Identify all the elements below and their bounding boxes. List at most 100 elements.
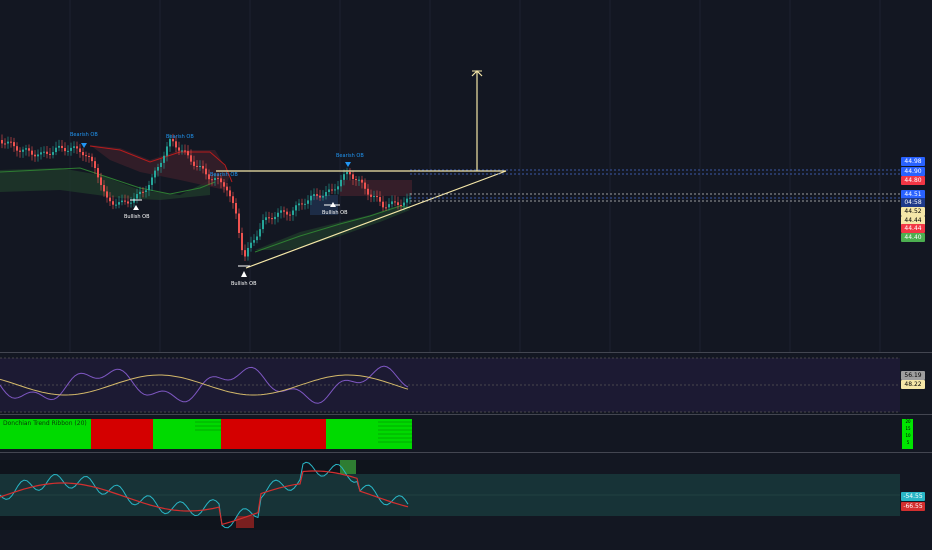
candle-body bbox=[316, 194, 318, 196]
candle-body bbox=[112, 201, 114, 205]
candle-body bbox=[70, 147, 72, 151]
candle-body bbox=[10, 141, 12, 143]
candle-body bbox=[79, 148, 81, 153]
candle-body bbox=[88, 155, 90, 157]
candle-body bbox=[280, 210, 282, 213]
candle-body bbox=[340, 179, 342, 187]
candle-body bbox=[91, 156, 93, 162]
candle-body bbox=[262, 220, 264, 230]
candle-body bbox=[190, 155, 192, 162]
price-pane[interactable] bbox=[0, 0, 932, 352]
bearish-ob-1-label: Bearish OB bbox=[70, 132, 98, 138]
candle-body bbox=[100, 177, 102, 186]
candle-body bbox=[325, 192, 327, 197]
ribbon-red-2 bbox=[221, 419, 326, 449]
candle-body bbox=[337, 186, 339, 190]
candle-body bbox=[400, 205, 402, 207]
candle-body bbox=[148, 184, 150, 191]
pane-separator-3[interactable] bbox=[0, 452, 932, 453]
bearish-ob-arrow-icon bbox=[81, 143, 87, 148]
candle-body bbox=[223, 182, 225, 187]
candle-body bbox=[310, 195, 312, 201]
candle-body bbox=[193, 161, 195, 166]
candle-body bbox=[259, 229, 261, 237]
candle-body bbox=[355, 178, 357, 180]
candle-body bbox=[349, 172, 351, 175]
donchian-title[interactable]: Donchian Trend Ribbon (20) bbox=[3, 421, 87, 427]
candle-body bbox=[268, 217, 270, 219]
rsi-value-tag: 56.19 bbox=[901, 371, 925, 380]
candle-body bbox=[313, 194, 315, 196]
candle-body bbox=[136, 194, 138, 199]
candle-body bbox=[106, 191, 108, 198]
candle-body bbox=[103, 185, 105, 192]
candle-body bbox=[58, 145, 60, 148]
candle-body bbox=[364, 182, 366, 189]
oscillator-value-1-tag: -54.55 bbox=[901, 492, 925, 501]
oscillator-value-2-tag: -66.55 bbox=[901, 502, 925, 511]
candle-body bbox=[163, 155, 165, 163]
candle-body bbox=[361, 179, 363, 183]
candle-body bbox=[241, 232, 243, 251]
candle-body bbox=[187, 151, 189, 156]
candle-body bbox=[238, 213, 240, 233]
overbought-zone-marker bbox=[340, 460, 356, 474]
candle-body bbox=[199, 165, 201, 167]
candle-body bbox=[40, 152, 42, 155]
candle-body bbox=[37, 154, 39, 157]
donchian-ribbon-pane[interactable] bbox=[0, 416, 932, 452]
candle-body bbox=[244, 250, 246, 257]
candle-body bbox=[130, 202, 132, 204]
candle-body bbox=[133, 198, 135, 203]
rsi-pane[interactable] bbox=[0, 354, 932, 414]
oscillator-pane[interactable] bbox=[0, 454, 932, 550]
candle-body bbox=[142, 191, 144, 193]
candle-body bbox=[343, 174, 345, 180]
candle-body bbox=[376, 196, 378, 198]
price-tag-p9: 44.40 bbox=[901, 233, 925, 242]
candle-body bbox=[397, 202, 399, 206]
bullish-ob-3-label: Bullish OB bbox=[322, 210, 348, 216]
candle-body bbox=[73, 146, 75, 148]
candle-body bbox=[124, 200, 126, 202]
candle-body bbox=[61, 145, 63, 149]
candle-body bbox=[289, 214, 291, 216]
candle-body bbox=[49, 153, 51, 155]
candle-body bbox=[43, 151, 45, 153]
ribbon-green-2 bbox=[153, 419, 221, 449]
candle-body bbox=[328, 189, 330, 193]
candle-body bbox=[334, 189, 336, 191]
candle-body bbox=[319, 195, 321, 198]
candle-body bbox=[118, 202, 120, 205]
candle-body bbox=[178, 147, 180, 151]
donchian-scale-20: 20 bbox=[903, 419, 913, 425]
donchian-scale-10: 10 bbox=[903, 433, 913, 439]
candle-body bbox=[166, 146, 168, 156]
candle-body bbox=[160, 162, 162, 168]
candle-body bbox=[331, 189, 333, 191]
candle-body bbox=[220, 178, 222, 183]
candle-body bbox=[250, 242, 252, 248]
candle-body bbox=[151, 177, 153, 185]
candle-body bbox=[232, 196, 234, 204]
candle-body bbox=[46, 151, 48, 154]
candle-body bbox=[247, 247, 249, 257]
candle-body bbox=[229, 190, 231, 197]
pane-separator-2[interactable] bbox=[0, 414, 932, 415]
donchian-scale-15: 15 bbox=[903, 426, 913, 432]
bearish-ob-4-label: Bearish OB bbox=[336, 153, 364, 159]
candle-body bbox=[202, 165, 204, 169]
candle-body bbox=[298, 203, 300, 206]
candle-body bbox=[139, 191, 141, 195]
candle-body bbox=[121, 200, 123, 203]
pane-separator-1[interactable] bbox=[0, 352, 932, 353]
candle-body bbox=[85, 155, 87, 157]
candle-body bbox=[127, 201, 129, 204]
price-tag-p3: 44.80 bbox=[901, 176, 925, 185]
price-tag-p1: 44.98 bbox=[901, 157, 925, 166]
candle-body bbox=[295, 205, 297, 211]
candle-body bbox=[283, 210, 285, 212]
candle-body bbox=[4, 143, 6, 145]
candle-body bbox=[94, 161, 96, 169]
candle-body bbox=[382, 201, 384, 208]
